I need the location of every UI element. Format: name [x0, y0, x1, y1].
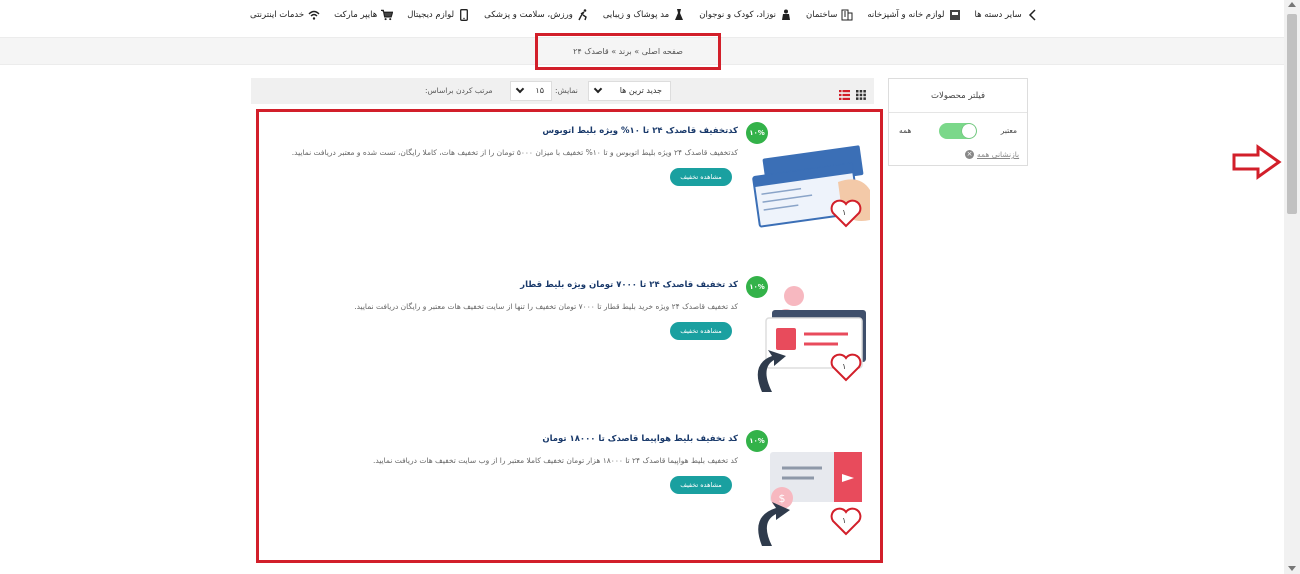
mobile-icon — [458, 9, 470, 21]
nav-label: هایپر مارکت — [334, 10, 378, 20]
grid-view-icon[interactable] — [856, 85, 866, 100]
svg-text:$: $ — [779, 492, 786, 505]
breadcrumb: صفحه اصلی » برند » قاصدک ۲۴ — [535, 33, 721, 70]
list-item: ۱۰% $ ۱ کد تخفیف بلیط هواپیما قاصدک تا ۱… — [259, 420, 880, 570]
filter-panel: فیلتر محصولات معتبر همه بازنشانی همه × — [888, 78, 1028, 166]
baby-icon — [780, 9, 792, 21]
chevron-down-icon — [515, 84, 525, 94]
show-count-value: ۱۵ — [535, 86, 544, 95]
list-item: ۱۰% ۱ کدتخفیف قاصدک ۲۴ تا ۱۰% ویژه بلیط … — [259, 112, 880, 262]
product-title[interactable]: کد تخفیف قاصدک ۲۴ تا ۷۰۰۰ تومان ویژه بلی… — [520, 280, 738, 290]
sort-label: مرتب کردن براساس: — [425, 86, 493, 95]
discount-badge: ۱۰% — [746, 430, 768, 452]
nav-item-building[interactable]: ساختمان — [806, 9, 853, 21]
close-icon: × — [965, 150, 974, 159]
arrow-right-icon — [1232, 144, 1282, 180]
nav-item-fashion[interactable]: مد پوشاک و زیبایی — [603, 9, 685, 21]
home-icon — [949, 9, 961, 21]
nav-label: نوزاد، کودک و نوجوان — [699, 10, 777, 20]
train-ticket-image[interactable]: ۱۰% ۱ — [742, 274, 872, 396]
cart-icon — [381, 9, 394, 21]
scroll-down-icon[interactable] — [1288, 566, 1296, 571]
view-discount-button[interactable]: مشاهده تخفیف — [670, 168, 732, 186]
filter-all-label: همه — [899, 126, 912, 135]
nav-item-sports[interactable]: ورزش، سلامت و پزشکی — [484, 9, 589, 21]
product-description: کدتخفیف قاصدک ۲۴ ویژه بلیط اتوبوس و تا ۱… — [291, 148, 738, 157]
wifi-icon — [308, 9, 320, 21]
list-item: ۱۰% ۱ کد تخفیف قاصدک ۲۴ تا ۷۰۰۰ تومان وی… — [259, 266, 880, 416]
nav-item-other-categories[interactable]: سایر دسته ها — [975, 9, 1038, 21]
plane-ticket-image[interactable]: ۱۰% $ ۱ — [742, 428, 872, 550]
nav-label: سایر دسته ها — [974, 10, 1022, 20]
sort-value: جدید ترین ها — [619, 86, 662, 95]
nav-item-home-kitchen[interactable]: لوازم خانه و آشپزخانه — [867, 9, 960, 21]
discount-badge: ۱۰% — [746, 276, 768, 298]
like-count: ۱ — [842, 362, 847, 371]
product-title[interactable]: کد تخفیف بلیط هواپیما قاصدک تا ۱۸۰۰۰ توم… — [542, 434, 738, 444]
scroll-thumb[interactable] — [1287, 14, 1297, 214]
nav-item-hypermarket[interactable]: هایپر مارکت — [334, 9, 394, 21]
product-description: کد تخفیف قاصدک ۲۴ ویژه خرید بلیط قطار تا… — [354, 302, 738, 311]
nav-label: ساختمان — [806, 10, 838, 20]
dress-icon — [673, 9, 685, 21]
runner-icon — [577, 9, 589, 21]
view-discount-button[interactable]: مشاهده تخفیف — [670, 322, 732, 340]
filter-valid-label: معتبر — [1000, 126, 1017, 135]
vertical-scrollbar[interactable] — [1284, 0, 1300, 574]
show-count-label: نمایش: — [555, 86, 578, 95]
like-count: ۱ — [842, 516, 847, 525]
toggle-knob — [962, 124, 976, 138]
reset-filters-link[interactable]: بازنشانی همه × — [965, 150, 1019, 159]
sort-select[interactable]: جدید ترین ها — [588, 81, 671, 101]
nav-label: مد پوشاک و زیبایی — [602, 10, 670, 20]
scroll-up-icon[interactable] — [1288, 2, 1296, 7]
bus-ticket-image[interactable]: ۱۰% ۱ — [742, 120, 872, 242]
view-discount-button[interactable]: مشاهده تخفیف — [670, 476, 732, 494]
sort-bar: مرتب کردن براساس: جدید ترین ها نمایش: ۱۵ — [251, 78, 874, 104]
breadcrumb-text[interactable]: صفحه اصلی » برند » قاصدک ۲۴ — [573, 47, 683, 56]
chevron-left-icon — [1026, 9, 1038, 21]
nav-item-internet-services[interactable]: خدمات اینترنتی — [250, 9, 320, 21]
filter-valid-row: معتبر همه — [889, 123, 1027, 139]
product-description: کد تخفیف بلیط هواپیما قاصدک ۲۴ تا ۱۸۰۰۰ … — [372, 456, 738, 465]
discount-badge: ۱۰% — [746, 122, 768, 144]
building-icon — [841, 9, 853, 21]
nav-label: لوازم دیجیتال — [407, 10, 455, 20]
chevron-down-icon — [593, 84, 603, 94]
nav-label: لوازم خانه و آشپزخانه — [867, 10, 945, 20]
nav-label: خدمات اینترنتی — [250, 10, 305, 20]
nav-item-digital[interactable]: لوازم دیجیتال — [407, 9, 470, 21]
list-view-icon[interactable] — [839, 85, 850, 100]
product-title[interactable]: کدتخفیف قاصدک ۲۴ تا ۱۰% ویژه بلیط اتوبوس — [542, 126, 738, 136]
nav-item-kids[interactable]: نوزاد، کودک و نوجوان — [699, 9, 792, 21]
product-list: ۱۰% ۱ کدتخفیف قاصدک ۲۴ تا ۱۰% ویژه بلیط … — [256, 109, 883, 563]
filter-title: فیلتر محصولات — [889, 79, 1027, 113]
show-count-select[interactable]: ۱۵ — [510, 81, 552, 101]
nav-label: ورزش، سلامت و پزشکی — [484, 10, 573, 20]
like-count: ۱ — [842, 208, 847, 217]
valid-toggle[interactable] — [939, 123, 977, 139]
reset-label: بازنشانی همه — [977, 150, 1020, 159]
top-navigation: خدمات اینترنتی هایپر مارکت لوازم دیجیتال… — [250, 0, 1040, 30]
